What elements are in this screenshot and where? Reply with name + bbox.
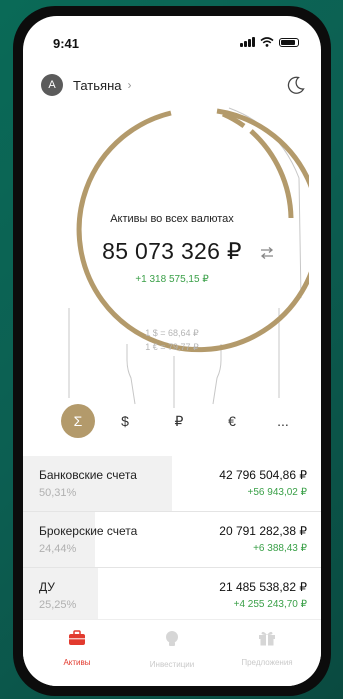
- account-name: Банковские счета: [39, 468, 137, 482]
- account-value: 20 791 282,38 ₽: [219, 524, 307, 538]
- account-share-bar: [23, 512, 95, 568]
- assets-title: Активы во всех валютах: [110, 213, 234, 225]
- account-share-bar: [23, 568, 98, 624]
- currency-selector: Σ $ ₽ € ...: [23, 404, 321, 440]
- battery-icon: [279, 37, 299, 47]
- tab-label: Инвестиции: [149, 660, 195, 669]
- usd-rate: 1 $ = 68,64 ₽: [145, 328, 199, 338]
- signal-icon: [240, 37, 255, 47]
- currency-usd-button[interactable]: $: [108, 404, 142, 438]
- currency-more-button[interactable]: ...: [266, 404, 300, 438]
- swap-arrows-icon[interactable]: [259, 246, 275, 260]
- tab-investments[interactable]: Инвестиции: [127, 630, 217, 672]
- chevron-right-icon: ›: [127, 78, 132, 92]
- account-row-trust[interactable]: ДУ 25,25% 21 485 538,82 ₽ +4 255 243,70 …: [23, 568, 321, 624]
- ring-segment-bank: [76, 108, 309, 353]
- app-screen: 9:41 А Татьяна › Активы во всех валютах …: [23, 16, 321, 686]
- gift-icon: [259, 631, 275, 646]
- currency-rub-button[interactable]: ₽: [162, 404, 196, 438]
- wifi-icon: [260, 37, 274, 47]
- lightbulb-icon: [166, 631, 178, 646]
- tab-offers[interactable]: Предложения: [222, 630, 312, 670]
- account-percent: 24,44%: [39, 543, 77, 555]
- account-name: ДУ: [39, 580, 55, 594]
- account-value: 42 796 504,86 ₽: [219, 468, 307, 482]
- account-delta: +4 255 243,70 ₽: [233, 599, 307, 610]
- user-name: Татьяна: [73, 77, 122, 93]
- currency-eur-button[interactable]: €: [215, 404, 249, 438]
- assets-delta: +1 318 575,15 ₽: [135, 274, 209, 285]
- status-bar: 9:41: [23, 16, 321, 56]
- account-delta: +56 943,02 ₽: [247, 487, 307, 498]
- moon-icon[interactable]: [285, 74, 307, 96]
- avatar: А: [41, 74, 63, 96]
- account-row-bank[interactable]: Банковские счета 50,31% 42 796 504,86 ₽ …: [23, 456, 321, 512]
- status-time: 9:41: [53, 36, 80, 51]
- currency-all-button[interactable]: Σ: [61, 404, 95, 438]
- accounts-list: Банковские счета 50,31% 42 796 504,86 ₽ …: [23, 456, 321, 624]
- account-percent: 25,25%: [39, 599, 77, 611]
- account-row-broker[interactable]: Брокерские счета 24,44% 20 791 282,38 ₽ …: [23, 512, 321, 568]
- tab-bar: Активы Инвестиции Предложения: [23, 619, 321, 686]
- tab-label: Предложения: [241, 658, 293, 667]
- account-value: 21 485 538,82 ₽: [219, 580, 307, 594]
- tab-label: Активы: [63, 658, 91, 667]
- tab-assets[interactable]: Активы: [32, 630, 122, 670]
- briefcase-icon: [69, 630, 85, 645]
- assets-total: 85 073 326 ₽: [102, 238, 242, 264]
- phone-frame: 9:41 А Татьяна › Активы во всех валютах …: [13, 6, 331, 696]
- account-share-bar: [23, 456, 172, 512]
- account-delta: +6 388,43 ₽: [253, 543, 307, 554]
- account-name: Брокерские счета: [39, 524, 138, 538]
- eur-rate: 1 € = 79,77 ₽: [145, 342, 199, 352]
- user-switcher[interactable]: А Татьяна ›: [41, 74, 131, 96]
- status-icons: [240, 37, 299, 47]
- account-percent: 50,31%: [39, 487, 77, 499]
